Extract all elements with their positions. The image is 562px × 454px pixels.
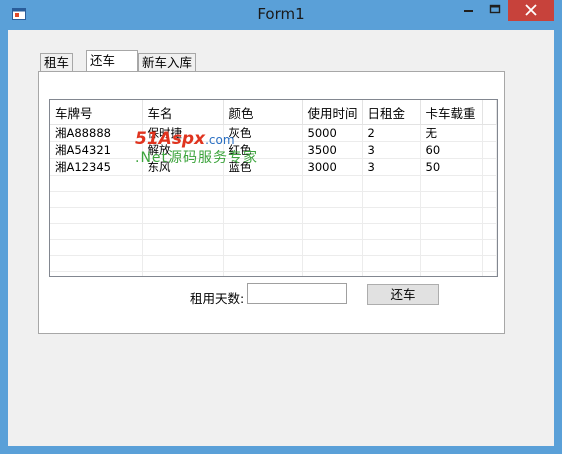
cell-truck-load[interactable]: 60 — [420, 141, 483, 159]
column-header-plate[interactable]: 车牌号 — [50, 100, 143, 125]
cell-plate[interactable]: 湘A88888 — [50, 124, 143, 142]
empty-row — [50, 223, 497, 240]
close-button[interactable] — [508, 0, 554, 21]
cell-daily-rent[interactable]: 3 — [362, 141, 421, 159]
tab-rent[interactable]: 租车 — [40, 53, 74, 71]
table-row[interactable]: 湘A12345 东风 蓝色 3000 3 50 — [50, 158, 497, 176]
cell-usage[interactable]: 3000 — [302, 158, 363, 176]
cell-filler — [482, 158, 497, 176]
cell-color[interactable]: 灰色 — [223, 124, 303, 142]
title-bar[interactable]: Form1 — [0, 0, 562, 30]
maximize-icon — [489, 4, 501, 14]
column-header-usage[interactable]: 使用时间 — [302, 100, 363, 125]
cell-color[interactable]: 红色 — [223, 141, 303, 159]
table-row[interactable]: 湘A54321 解放 红色 3500 3 60 — [50, 141, 497, 159]
empty-row — [50, 207, 497, 224]
empty-row — [50, 239, 497, 256]
cell-name[interactable]: 解放 — [142, 141, 224, 159]
empty-row — [50, 191, 497, 208]
rental-days-label: 租用天数: — [190, 291, 245, 306]
cell-filler — [482, 141, 497, 159]
cell-daily-rent[interactable]: 2 — [362, 124, 421, 142]
close-icon — [525, 4, 537, 16]
maximize-button[interactable] — [481, 0, 509, 21]
client-area: 租车 还车 新车入库 车牌号 车名 颜色 使用时间 日租金 卡车载重 湘A888… — [8, 30, 554, 446]
column-header-filler — [482, 100, 497, 125]
column-header-daily-rent[interactable]: 日租金 — [362, 100, 421, 125]
column-header-name[interactable]: 车名 — [142, 100, 224, 125]
minimize-button[interactable] — [454, 0, 482, 21]
cell-truck-load[interactable]: 50 — [420, 158, 483, 176]
minimize-icon — [464, 10, 473, 12]
cell-color[interactable]: 蓝色 — [223, 158, 303, 176]
column-header-color[interactable]: 颜色 — [223, 100, 303, 125]
table-row[interactable]: 湘A88888 保时捷 灰色 5000 2 无 — [50, 124, 497, 142]
cell-plate[interactable]: 湘A54321 — [50, 141, 143, 159]
empty-row — [50, 271, 497, 276]
empty-row — [50, 175, 497, 192]
tab-return[interactable]: 还车 — [86, 50, 138, 71]
return-car-button[interactable]: 还车 — [367, 284, 439, 305]
tab-page-return: 车牌号 车名 颜色 使用时间 日租金 卡车载重 湘A88888 保时捷 灰色 5… — [38, 71, 505, 334]
cell-usage[interactable]: 3500 — [302, 141, 363, 159]
cell-truck-load[interactable]: 无 — [420, 124, 483, 142]
car-data-grid[interactable]: 车牌号 车名 颜色 使用时间 日租金 卡车载重 湘A88888 保时捷 灰色 5… — [49, 99, 498, 277]
cell-plate[interactable]: 湘A12345 — [50, 158, 143, 176]
cell-name[interactable]: 东风 — [142, 158, 224, 176]
cell-usage[interactable]: 5000 — [302, 124, 363, 142]
empty-row — [50, 255, 497, 272]
cell-daily-rent[interactable]: 3 — [362, 158, 421, 176]
grid-header-row: 车牌号 车名 颜色 使用时间 日租金 卡车载重 — [50, 100, 497, 125]
rental-days-input[interactable] — [247, 283, 347, 304]
column-header-truck-load[interactable]: 卡车载重 — [420, 100, 483, 125]
cell-filler — [482, 124, 497, 142]
tab-new-car-stock[interactable]: 新车入库 — [138, 53, 197, 71]
cell-name[interactable]: 保时捷 — [142, 124, 224, 142]
app-window: Form1 租车 还车 新车入库 车牌号 车名 颜色 使用时间 日租金 卡车载重… — [0, 0, 562, 454]
